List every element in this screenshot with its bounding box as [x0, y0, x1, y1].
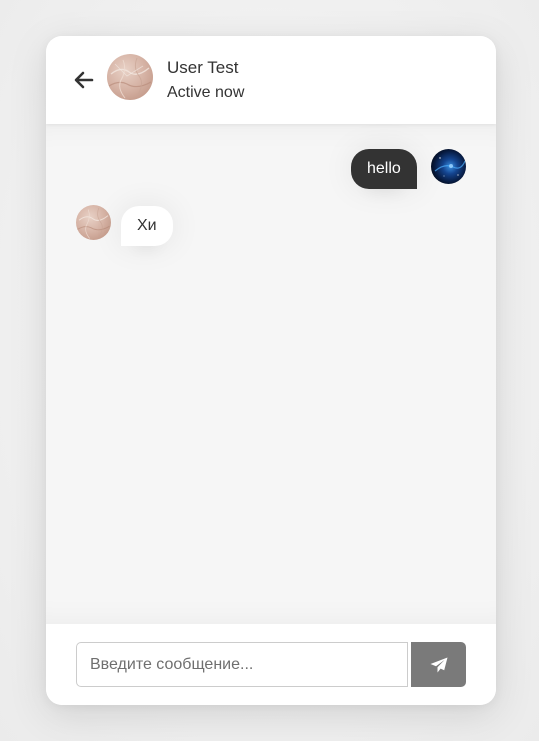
avatar — [107, 54, 153, 100]
chat-header: User Test Active now — [46, 36, 496, 124]
message-text: Хи — [137, 217, 157, 234]
message-composer — [46, 624, 496, 705]
back-button[interactable] — [72, 68, 96, 92]
message-text: hello — [367, 160, 401, 177]
user-status: Active now — [167, 84, 245, 101]
arrow-left-icon — [74, 71, 94, 89]
user-name: User Test — [167, 58, 239, 77]
outgoing-message: hello — [351, 149, 417, 189]
contact-avatar — [76, 205, 111, 240]
self-avatar — [431, 149, 466, 184]
message-input[interactable] — [76, 642, 408, 687]
incoming-message: Хи — [121, 206, 173, 246]
page-background: User Test Active now hello Хи Введите со… — [0, 0, 539, 741]
paper-plane-icon — [430, 657, 447, 672]
send-button[interactable] — [411, 642, 466, 687]
chat-messages: hello Хи — [46, 124, 496, 624]
chat-window: User Test Active now hello Хи Введите со… — [46, 36, 496, 705]
